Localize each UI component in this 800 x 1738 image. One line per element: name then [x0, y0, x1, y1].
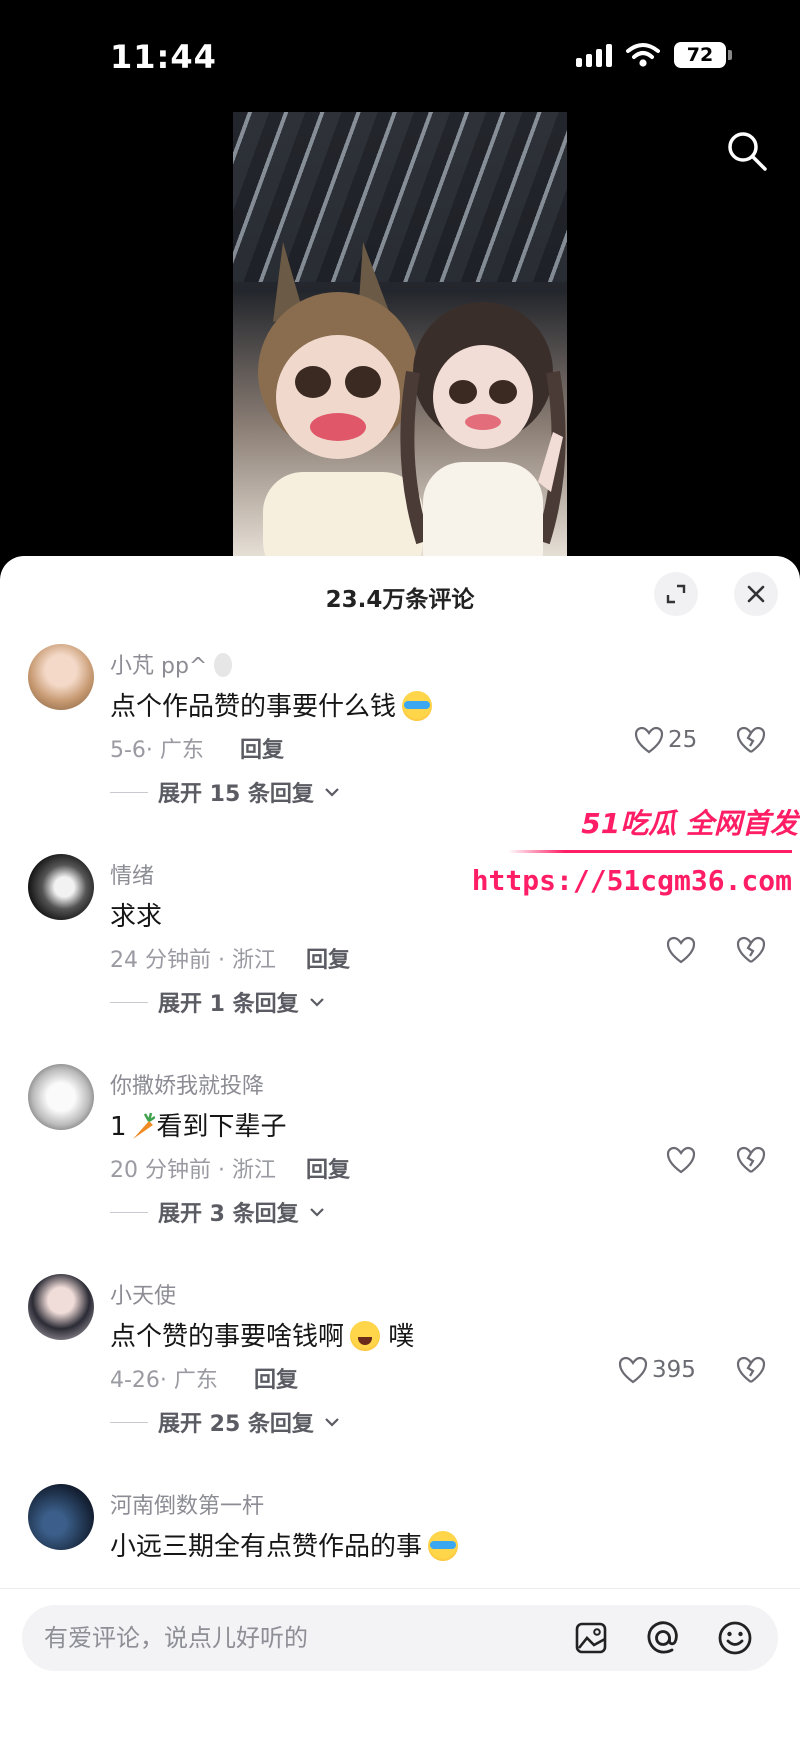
video-person-right: [400, 302, 566, 560]
watermark: 51吃瓜 全网首发 https://51cgm36.com: [472, 802, 798, 912]
comment-username[interactable]: 情绪: [110, 858, 154, 890]
egg-emoji: [214, 653, 233, 677]
comment-input-bar: [0, 1588, 800, 1738]
expand-replies-label: 展开 3 条回复: [158, 1202, 299, 1227]
comment-username[interactable]: 河南倒数第一杆: [110, 1488, 264, 1520]
expand-replies-label: 展开 15 条回复: [158, 782, 314, 807]
comment-meta: 4-26· 广东: [110, 1368, 218, 1393]
broken-heart-icon: [736, 1356, 766, 1383]
close-icon: [747, 585, 765, 603]
battery-level: 72: [686, 44, 714, 66]
crying-laughing-emoji: [428, 1531, 459, 1561]
divider: [110, 791, 148, 793]
comment-item: 小天使 点个赞的事要啥钱啊 噗 4-26· 广东 回复 395 展开 25 条回…: [0, 1274, 800, 1486]
image-icon: [575, 1622, 607, 1654]
watermark-brand: 51吃瓜 全网首发: [581, 807, 798, 840]
comment-text: 1 看到下辈子: [110, 1112, 287, 1142]
tears-of-joy-emoji: [350, 1321, 381, 1351]
comment-text: 点个赞的事要啥钱啊 噗: [110, 1321, 415, 1352]
dislike-button[interactable]: [736, 726, 766, 758]
broken-heart-icon: [736, 936, 766, 963]
dislike-button[interactable]: [736, 1146, 766, 1178]
avatar[interactable]: [28, 644, 94, 710]
chevron-down-icon: [325, 788, 339, 797]
expand-replies-button[interactable]: 展开 1 条回复: [110, 986, 325, 1018]
dislike-button[interactable]: [736, 1356, 766, 1388]
cellular-signal-icon: [576, 43, 612, 67]
status-time: 11:44: [110, 38, 217, 76]
close-panel-button[interactable]: [734, 572, 778, 616]
comment-input-box: [22, 1605, 778, 1671]
emoji-icon: [718, 1621, 752, 1655]
dislike-button[interactable]: [736, 936, 766, 968]
carrot-emoji: [132, 1112, 155, 1139]
reply-button[interactable]: 回复: [240, 732, 284, 764]
avatar[interactable]: [28, 854, 94, 920]
watermark-divider: [508, 850, 792, 853]
comment-text: 点个作品赞的事要什么钱: [110, 686, 433, 723]
like-button[interactable]: [666, 936, 696, 964]
heart-icon: [634, 726, 664, 754]
status-bar: 11:44 72: [0, 0, 800, 110]
broken-heart-icon: [736, 726, 766, 753]
expand-replies-button[interactable]: 展开 15 条回复: [110, 776, 340, 808]
comment-meta: 20 分钟前 · 浙江: [110, 1158, 276, 1183]
expand-panel-button[interactable]: [654, 572, 698, 616]
battery-icon: 72: [674, 42, 732, 68]
chevron-down-icon: [325, 1418, 339, 1427]
emoji-button[interactable]: [714, 1617, 756, 1659]
like-button[interactable]: 395: [618, 1356, 696, 1384]
expand-replies-button[interactable]: 展开 25 条回复: [110, 1406, 340, 1438]
status-icons: 72: [576, 42, 732, 68]
reply-button[interactable]: 回复: [254, 1362, 298, 1394]
avatar[interactable]: [28, 1484, 94, 1550]
at-mention-icon: [647, 1621, 678, 1654]
comment-panel: 23.4万条评论 小芃 pp^ 点个作品赞的事要什么钱 5-6· 广东 回复 2…: [0, 556, 800, 1738]
broken-heart-icon: [736, 1146, 766, 1173]
comment-meta: 5-6· 广东: [110, 738, 204, 763]
expand-replies-label: 展开 1 条回复: [158, 992, 299, 1017]
expand-icon: [666, 584, 686, 604]
comment-text: 小远三期全有点赞作品的事: [110, 1526, 459, 1563]
chevron-down-icon: [309, 1208, 324, 1217]
like-count: 25: [668, 727, 698, 753]
crying-laughing-emoji: [402, 691, 433, 721]
image-button[interactable]: [570, 1617, 612, 1659]
avatar[interactable]: [28, 1274, 94, 1340]
heart-icon: [666, 1146, 696, 1174]
search-icon: [728, 132, 767, 171]
mention-button[interactable]: [642, 1617, 684, 1659]
like-button[interactable]: 25: [634, 726, 697, 754]
comment-text: 求求: [110, 902, 163, 932]
reply-button[interactable]: 回复: [306, 942, 350, 974]
wifi-icon: [626, 43, 660, 67]
comment-username[interactable]: 你撒娇我就投降: [110, 1068, 264, 1100]
expand-replies-label: 展开 25 条回复: [158, 1412, 314, 1437]
expand-replies-button[interactable]: 展开 3 条回复: [110, 1196, 325, 1228]
divider: [110, 1421, 148, 1423]
heart-icon: [666, 936, 696, 964]
heart-icon: [618, 1356, 648, 1384]
reply-button[interactable]: 回复: [306, 1152, 350, 1184]
search-button[interactable]: [724, 128, 770, 174]
video-thumbnail[interactable]: [233, 112, 567, 560]
like-count: 395: [652, 1357, 696, 1383]
comment-item: 你撒娇我就投降 1 看到下辈子 20 分钟前 · 浙江 回复 展开 3 条回复: [0, 1064, 800, 1276]
divider: [110, 1001, 148, 1003]
comment-username[interactable]: 小芃 pp^: [110, 648, 233, 680]
divider: [110, 1211, 148, 1213]
watermark-url: https://51cgm36.com: [471, 864, 792, 897]
chevron-down-icon: [309, 998, 324, 1007]
comment-input[interactable]: [44, 1605, 564, 1671]
comment-username[interactable]: 小天使: [110, 1278, 176, 1310]
avatar[interactable]: [28, 1064, 94, 1130]
comment-meta: 24 分钟前 · 浙江: [110, 948, 276, 973]
like-button[interactable]: [666, 1146, 696, 1174]
